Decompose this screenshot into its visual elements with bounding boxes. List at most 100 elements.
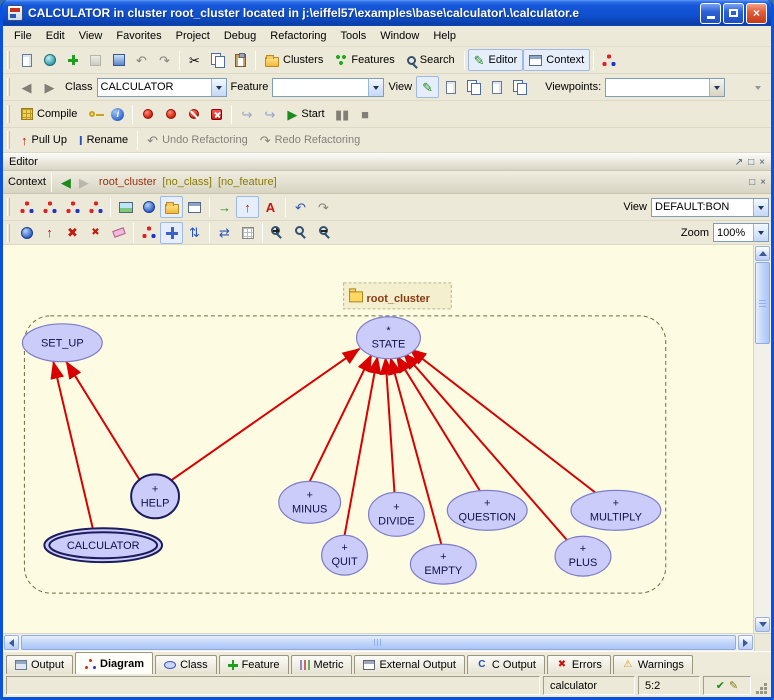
new-file-button[interactable] [15,49,38,71]
tab-c-output[interactable]: CC Output [467,655,545,674]
compile-button[interactable]: Compile [15,103,83,125]
clickable-view-button[interactable] [439,76,462,98]
sort-layout-button[interactable]: ⇅ [183,222,206,244]
save-button[interactable] [84,49,107,71]
class-combo[interactable] [97,78,227,97]
class-combo-input[interactable] [98,81,211,93]
freeze-button[interactable] [83,103,106,125]
redo-refactoring-button[interactable]: ↷Redo Refactoring [254,129,367,151]
vertical-scroll-thumb[interactable] [755,262,770,344]
close-button[interactable]: × [746,3,767,24]
history-forward-button[interactable]: ▶ [38,76,61,98]
cluster-label[interactable]: root_cluster [344,283,452,309]
link-help-state[interactable] [171,349,360,481]
class-node-state[interactable]: * STATE [357,317,421,359]
link-minus-state[interactable] [310,355,372,482]
clusters-button[interactable]: Clusters [259,49,329,71]
show-labels-button[interactable]: A [259,196,282,218]
toolbar-gripper[interactable] [7,198,10,216]
class-node-question[interactable]: + QUESTION [447,490,527,530]
class-diagram-button[interactable] [15,196,38,218]
show-breakpoints-button[interactable] [159,103,182,125]
menu-tools[interactable]: Tools [334,28,374,44]
class-combo-dropdown[interactable] [211,79,226,96]
window-view-button[interactable] [183,196,206,218]
features-button[interactable]: Features [329,49,400,71]
erase-button[interactable] [107,222,130,244]
step-over-button[interactable]: ↪ [258,103,281,125]
basic-text-view-button[interactable]: ✎ [416,76,439,98]
horizontal-scroll-thumb[interactable] [21,635,736,650]
diagram-view-combo[interactable] [651,198,769,217]
class-node-calculator[interactable]: CALCULATOR [44,528,162,562]
scroll-left-button[interactable] [4,635,19,650]
context-button[interactable]: Context [523,49,590,71]
menu-window[interactable]: Window [373,28,426,44]
menu-refactoring[interactable]: Refactoring [263,28,333,44]
toolbar-gripper[interactable] [7,78,10,96]
pause-button[interactable]: ▮▮ [331,103,354,125]
export-image-button[interactable] [114,196,137,218]
save-all-button[interactable] [107,49,130,71]
maximize-pane-button[interactable]: □ [748,157,754,168]
menu-edit[interactable]: Edit [39,28,72,44]
straighten-links-button[interactable] [137,222,160,244]
remove-breakpoints-button[interactable] [205,103,228,125]
show-ancestors-button[interactable]: ↑ [236,196,259,218]
menu-debug[interactable]: Debug [217,28,263,44]
viewpoints-combo[interactable] [605,78,725,97]
diagram-redo-button[interactable]: ↷ [312,196,335,218]
tab-external-output[interactable]: External Output [354,655,464,674]
feature-combo-dropdown[interactable] [368,79,383,96]
class-node-divide[interactable]: + DIVIDE [369,492,425,536]
redo-button[interactable]: ↷ [153,49,176,71]
interface-view-button[interactable] [508,76,531,98]
web-export-button[interactable] [137,196,160,218]
window-resize-grip[interactable] [754,676,768,695]
contract-view-button[interactable] [485,76,508,98]
diagram-undo-button[interactable]: ↶ [289,196,312,218]
context-back-button[interactable]: ◀ [57,173,75,191]
minimize-button[interactable] [700,3,721,24]
stop-button[interactable]: ■ [354,103,377,125]
center-on-class-button[interactable] [15,222,38,244]
menu-project[interactable]: Project [169,28,217,44]
maximize-context-button[interactable]: □ [749,177,755,188]
open-button[interactable] [38,49,61,71]
link-calculator-setup[interactable] [53,362,93,531]
diagram-canvas[interactable]: root_cluster SET_UP * STATE + HELP [3,245,753,633]
toggle-grid-button[interactable] [236,222,259,244]
tab-output[interactable]: Output [6,655,73,674]
cut-button[interactable]: ✂ [183,49,206,71]
zoom-out-button[interactable] [314,222,338,244]
diagram-view-dropdown[interactable] [753,199,768,216]
viewpoints-combo-dropdown[interactable] [709,79,724,96]
context-forward-button[interactable]: ▶ [75,173,93,191]
cluster-view-button[interactable] [160,196,183,218]
zoom-combo-dropdown[interactable] [753,224,768,241]
tab-class[interactable]: Class [155,655,217,674]
close-context-button[interactable]: × [760,177,766,188]
go-to-target-button[interactable]: → [213,196,236,218]
feature-combo[interactable] [272,78,384,97]
delete-all-button[interactable]: ✖ [84,222,107,244]
class-node-multiply[interactable]: + MULTIPLY [571,490,661,530]
menu-favorites[interactable]: Favorites [109,28,168,44]
cluster-diagram-button[interactable] [38,196,61,218]
menu-view[interactable]: View [72,28,110,44]
force-layout-button[interactable] [160,222,183,244]
rename-button[interactable]: IRename [73,129,134,151]
scroll-up-button[interactable] [755,246,770,261]
toolbar-gripper[interactable] [7,131,10,149]
step-into-button[interactable]: ↪ [235,103,258,125]
scroll-right-button[interactable] [738,635,753,650]
float-pane-button[interactable]: ↗ [735,157,743,168]
undo-button[interactable]: ↶ [130,49,153,71]
feature-combo-input[interactable] [273,81,368,93]
toolbar-overflow-button[interactable] [746,76,769,98]
toolbar-gripper[interactable] [7,105,10,123]
tab-errors[interactable]: ✖Errors [547,655,611,674]
tab-metric[interactable]: Metric [291,655,353,674]
pull-up-button[interactable]: ↑Pull Up [15,129,73,151]
scroll-down-button[interactable] [755,617,770,632]
